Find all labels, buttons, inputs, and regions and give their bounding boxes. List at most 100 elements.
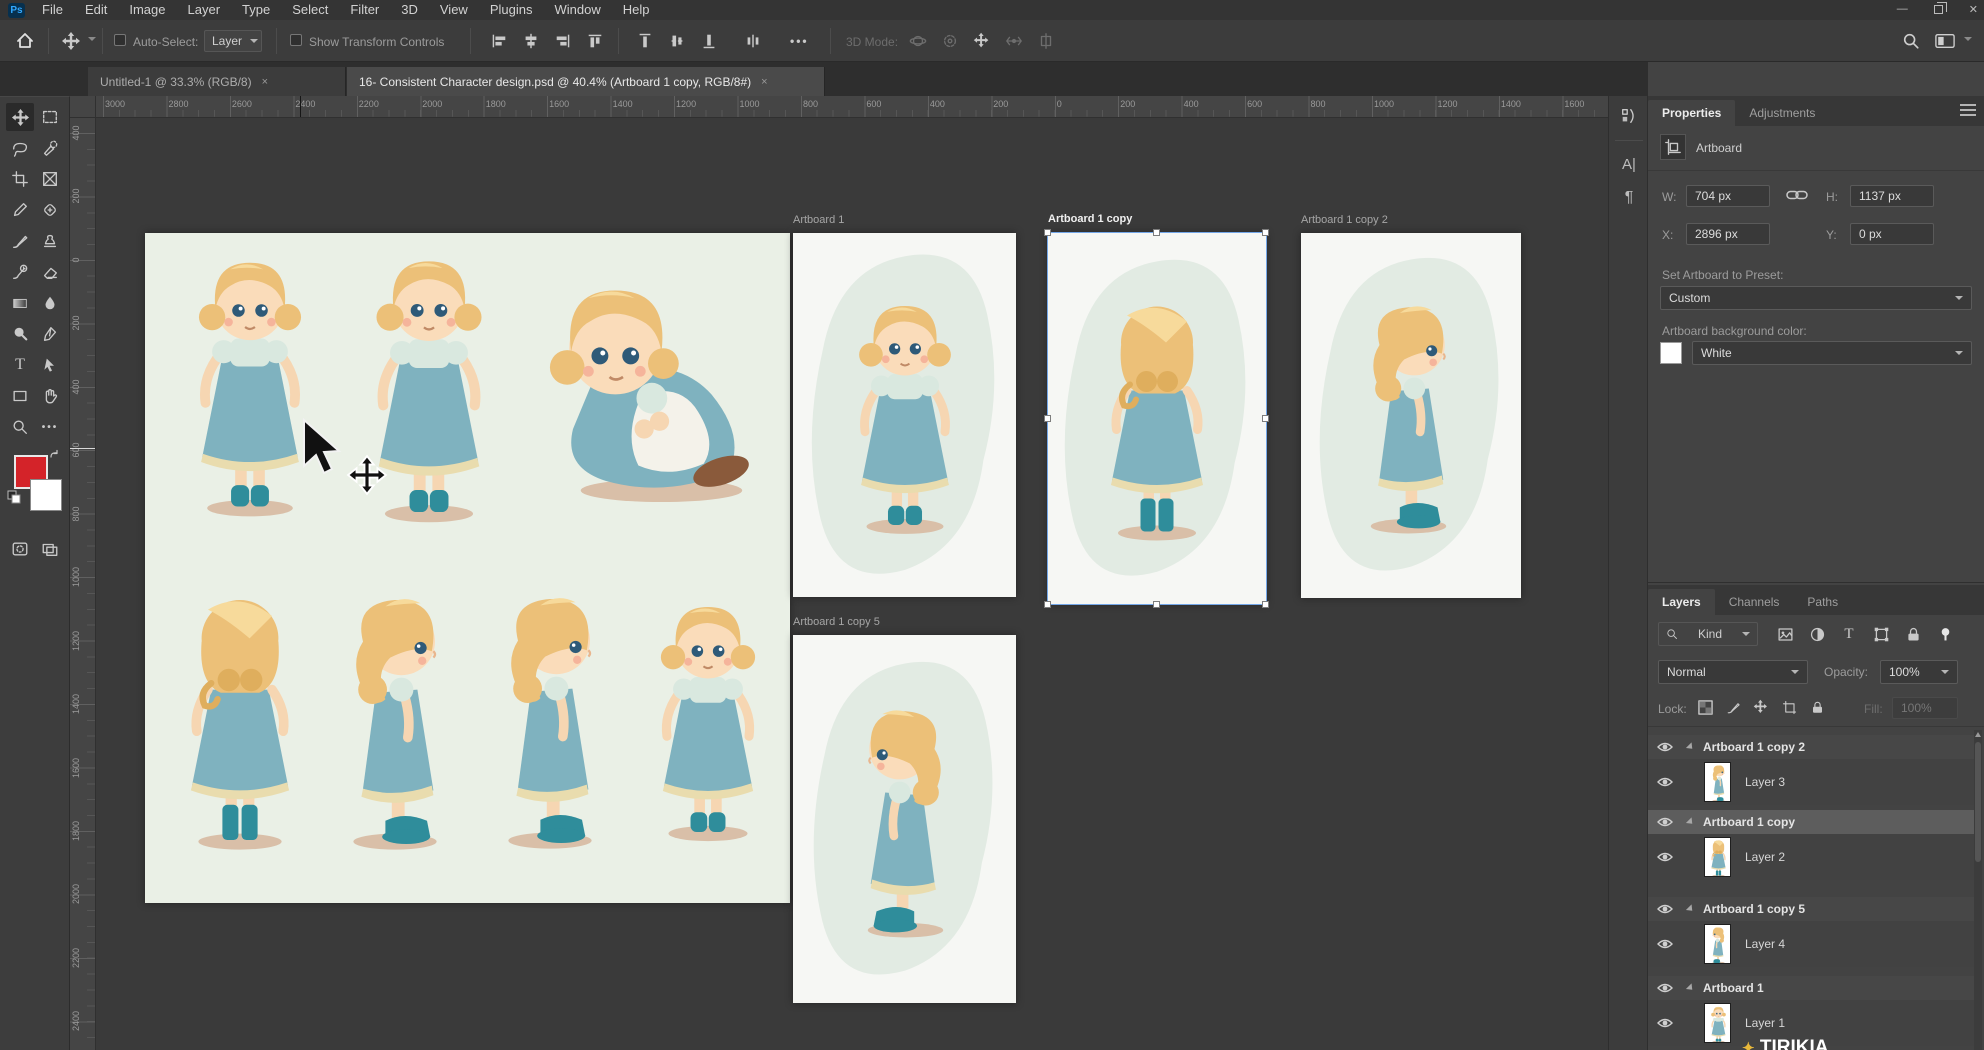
screen-mode-button[interactable] <box>36 535 64 563</box>
workspace-switcher-icon[interactable] <box>1932 28 1958 54</box>
align-left-button[interactable] <box>486 28 512 54</box>
properties-panel-menu-icon[interactable] <box>1960 104 1976 116</box>
lock-all-icon[interactable] <box>1806 696 1828 718</box>
menu-filter[interactable]: Filter <box>339 0 390 20</box>
align-top-button[interactable] <box>582 28 608 54</box>
background-color-swatch[interactable] <box>30 479 62 511</box>
artboard-1-copy-5-label[interactable]: Artboard 1 copy 5 <box>793 616 880 630</box>
filter-adjustment-layers-icon[interactable] <box>1806 623 1828 645</box>
history-brush-tool[interactable] <box>6 258 34 286</box>
selection-handle-ne[interactable] <box>1262 229 1269 236</box>
tab-properties[interactable]: Properties <box>1648 100 1735 126</box>
filter-toggle-icon[interactable] <box>1934 623 1956 645</box>
artboard-1-copy[interactable] <box>1048 233 1266 604</box>
tab-adjustments[interactable]: Adjustments <box>1735 100 1829 126</box>
layer-thumbnail[interactable] <box>1704 837 1731 877</box>
layer-filter-kind-dropdown[interactable]: Kind <box>1658 622 1758 646</box>
layer-group-artboard-1-copy-2[interactable]: Artboard 1 copy 2 <box>1648 735 1980 759</box>
x-field[interactable]: 2896 px <box>1686 223 1770 245</box>
type-tool[interactable]: T <box>6 351 34 379</box>
layers-scrollbar[interactable] <box>1974 730 1982 1050</box>
artboard-1-copy-2[interactable] <box>1301 233 1521 598</box>
group-expand-chevron-icon[interactable] <box>1686 904 1695 913</box>
more-options-button[interactable]: ••• <box>790 34 809 48</box>
clone-stamp-tool[interactable] <box>36 227 64 255</box>
selection-handle-w[interactable] <box>1044 415 1051 422</box>
artboard-1-label[interactable]: Artboard 1 <box>793 214 844 228</box>
layer-thumbnail[interactable] <box>1704 762 1731 802</box>
menu-select[interactable]: Select <box>281 0 339 20</box>
auto-select-checkbox[interactable] <box>114 34 126 46</box>
selection-handle-e[interactable] <box>1262 415 1269 422</box>
menu-window[interactable]: Window <box>543 0 611 20</box>
move-tool[interactable] <box>6 103 34 131</box>
visibility-eye-icon[interactable] <box>1648 902 1682 916</box>
zoom-tool[interactable] <box>6 413 34 441</box>
frame-tool[interactable] <box>36 165 64 193</box>
dodge-tool[interactable] <box>6 320 34 348</box>
menu-image[interactable]: Image <box>118 0 176 20</box>
lock-position-icon[interactable] <box>1750 696 1772 718</box>
rectangle-tool[interactable] <box>6 382 34 410</box>
distribute-spacing-button[interactable] <box>740 28 766 54</box>
distribute-bottom-button[interactable] <box>696 28 722 54</box>
gradient-tool[interactable] <box>6 289 34 317</box>
visibility-eye-icon[interactable] <box>1648 815 1682 829</box>
visibility-eye-icon[interactable] <box>1648 850 1682 864</box>
blur-tool[interactable] <box>36 289 64 317</box>
artboard-1-copy-5[interactable] <box>793 635 1016 1003</box>
healing-brush-tool[interactable] <box>36 196 64 224</box>
tab-channels[interactable]: Channels <box>1715 589 1794 615</box>
marquee-tool[interactable] <box>36 103 64 131</box>
move-tool-preset-icon[interactable] <box>58 28 84 54</box>
tool-preset-chevron-icon[interactable] <box>88 37 96 41</box>
artboard-bg-dropdown[interactable]: White <box>1692 341 1972 365</box>
group-expand-chevron-icon[interactable] <box>1686 817 1695 826</box>
artboard-reference-sheet[interactable] <box>145 233 790 903</box>
ruler-origin-corner[interactable] <box>70 96 96 118</box>
menu-view[interactable]: View <box>429 0 479 20</box>
pasteboard[interactable]: Artboard 1 Artboard 1 copy <box>96 118 1608 1050</box>
visibility-eye-icon[interactable] <box>1648 981 1682 995</box>
selection-handle-s[interactable] <box>1153 601 1160 608</box>
search-icon[interactable] <box>1898 28 1924 54</box>
eyedropper-tool[interactable] <box>6 196 34 224</box>
filter-type-layers-icon[interactable]: T <box>1838 623 1860 645</box>
filter-smart-objects-icon[interactable] <box>1902 623 1924 645</box>
edit-toolbar-button[interactable]: ••• <box>36 413 64 441</box>
distribute-top-button[interactable] <box>632 28 658 54</box>
hand-tool[interactable] <box>36 382 64 410</box>
menu-layer[interactable]: Layer <box>177 0 232 20</box>
glyphs-panel-icon[interactable] <box>1617 104 1641 128</box>
distribute-center-v-button[interactable] <box>664 28 690 54</box>
eraser-tool[interactable] <box>36 258 64 286</box>
home-button[interactable] <box>12 28 38 54</box>
layer-row-layer-2[interactable]: Layer 2 <box>1648 834 1980 880</box>
preset-dropdown[interactable]: Custom <box>1660 286 1972 310</box>
artboard-1-copy-2-label[interactable]: Artboard 1 copy 2 <box>1301 214 1388 228</box>
tab-paths[interactable]: Paths <box>1793 589 1852 615</box>
selection-handle-sw[interactable] <box>1044 601 1051 608</box>
show-transform-checkbox[interactable] <box>290 34 302 46</box>
brush-tool[interactable] <box>6 227 34 255</box>
character-panel-icon[interactable]: A| <box>1617 152 1641 176</box>
align-right-button[interactable] <box>550 28 576 54</box>
visibility-eye-icon[interactable] <box>1648 937 1682 951</box>
tab-untitled-1[interactable]: Untitled-1 @ 33.3% (RGB/8) × <box>88 67 346 96</box>
swap-colors-icon[interactable] <box>48 449 62 463</box>
visibility-eye-icon[interactable] <box>1648 775 1682 789</box>
quick-mask-button[interactable] <box>6 535 34 563</box>
tab-character-design[interactable]: 16- Consistent Character design.psd @ 40… <box>347 67 825 96</box>
tab-character-design-close-icon[interactable]: × <box>761 76 767 88</box>
blend-mode-dropdown[interactable]: Normal <box>1658 660 1808 684</box>
y-field[interactable]: 0 px <box>1850 223 1934 245</box>
group-expand-chevron-icon[interactable] <box>1686 742 1695 751</box>
default-colors-icon[interactable] <box>6 489 22 505</box>
menu-type[interactable]: Type <box>231 0 281 20</box>
lock-artboard-icon[interactable] <box>1778 696 1800 718</box>
layer-group-artboard-1-copy-5[interactable]: Artboard 1 copy 5 <box>1648 897 1980 921</box>
artboard-bg-color-swatch[interactable] <box>1660 342 1682 364</box>
group-expand-chevron-icon[interactable] <box>1686 983 1695 992</box>
menu-3d[interactable]: 3D <box>390 0 429 20</box>
scroll-up-arrow-icon[interactable] <box>1975 732 1981 737</box>
